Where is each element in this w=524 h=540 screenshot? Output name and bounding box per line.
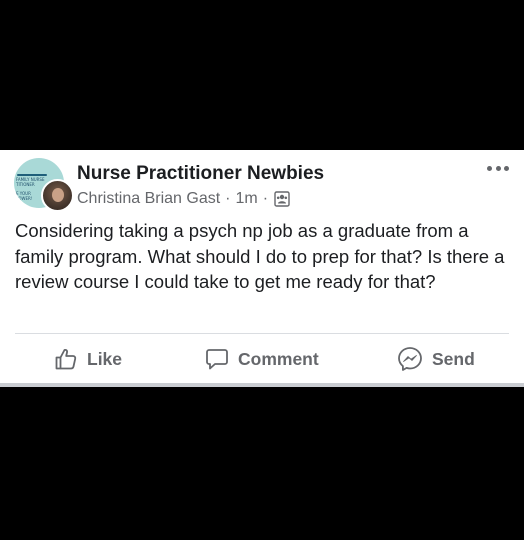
post-card: FAMILY NURSE TITIONER E YOUR POWER! Nurs… [0,150,524,383]
messenger-icon [398,347,422,371]
divider [15,333,509,334]
more-horizontal-icon[interactable] [487,164,509,172]
post-time[interactable]: 1m [236,190,258,208]
author-name[interactable]: Christina Brian Gast [77,190,220,208]
group-members-icon [274,191,290,207]
avatar-text: POWER! [16,196,33,201]
meta-separator: · [225,190,231,207]
meta-separator: · [262,190,269,207]
author-avatar[interactable] [41,179,74,212]
avatar-text-line [17,174,47,176]
avatar-text: TITIONER [16,182,35,187]
post-meta: Christina Brian Gast · 1m · [77,190,290,208]
send-label: Send [432,348,475,369]
like-label: Like [87,348,123,369]
comment-label: Comment [238,348,319,369]
top-black-band [0,0,524,150]
send-button[interactable]: Send [397,345,475,373]
speech-bubble-icon [206,349,228,370]
post-text: Considering taking a psych np job as a g… [15,220,505,292]
comment-button[interactable]: Comment [205,345,319,373]
like-button[interactable]: Like [54,345,122,373]
thumbs-up-icon [55,348,77,370]
bottom-black-band [0,387,524,540]
group-name[interactable]: Nurse Practitioner Newbies [77,163,324,185]
author-face [52,188,64,202]
